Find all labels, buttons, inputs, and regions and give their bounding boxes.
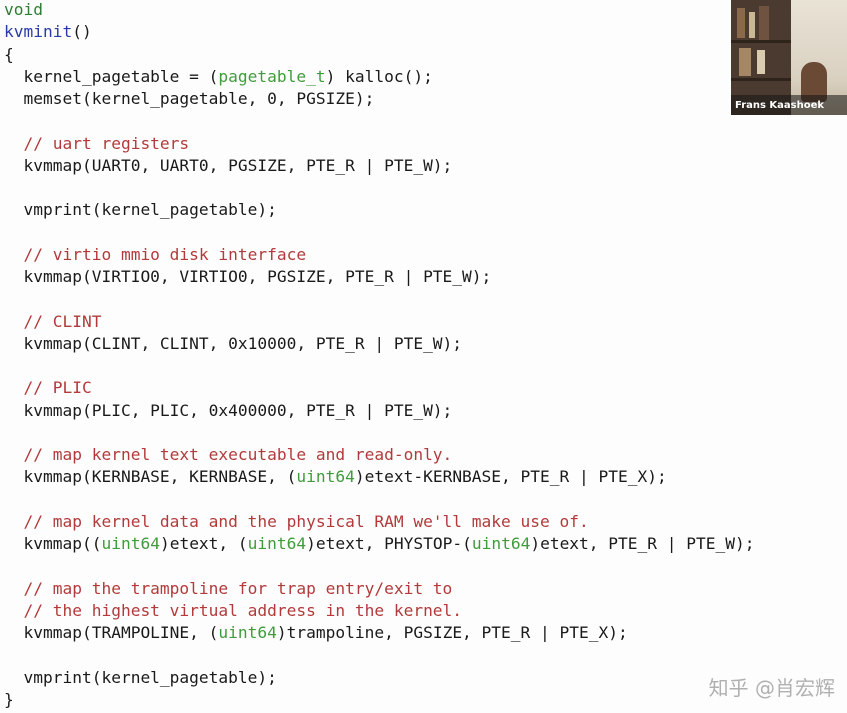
code-line: // PLIC	[4, 377, 754, 399]
code-editor: void kvminit(){ kernel_pagetable = (paget…	[4, 0, 754, 711]
code-line: kvminit()	[4, 21, 754, 43]
code-token-plain: ()	[72, 22, 92, 42]
code-token-comment: // map the trampoline for trap entry/exi…	[4, 578, 453, 598]
shelf-board	[731, 78, 793, 81]
code-token-plain: kvmmap(KERNBASE, KERNBASE, (	[4, 467, 297, 487]
code-token-comment: // uart registers	[4, 133, 190, 153]
code-token-plain: kvmmap(CLINT, CLINT, 0x10000, PTE_R | PT…	[4, 333, 463, 353]
lecture-screen: void kvminit(){ kernel_pagetable = (paget…	[0, 0, 847, 713]
code-token-plain: memset(kernel_pagetable, 0, PGSIZE);	[4, 89, 375, 108]
code-line: }	[4, 689, 754, 711]
code-token-func: kvminit	[4, 22, 73, 42]
code-token-plain: )etext, PTE_R | PTE_W);	[530, 534, 755, 553]
code-token-plain: {	[4, 44, 14, 64]
code-token-comment: // the highest virtual address in the ke…	[4, 600, 463, 620]
code-line: // map kernel data and the physical RAM …	[4, 511, 754, 533]
code-token-comment: // map kernel text executable and read-o…	[4, 445, 453, 464]
code-line: // map kernel text executable and read-o…	[4, 444, 754, 466]
code-token-comment: // PLIC	[4, 378, 92, 398]
code-line: kvmmap((uint64)etext, (uint64)etext, PHY…	[4, 533, 754, 555]
code-token-type: uint64	[218, 623, 277, 642]
code-line: vmprint(kernel_pagetable);	[4, 199, 754, 221]
code-token-plain: kernel_pagetable = (	[4, 66, 219, 86]
code-line: void	[4, 0, 754, 21]
code-line: kernel_pagetable = (pagetable_t) kalloc(…	[4, 66, 754, 88]
code-line: // the highest virtual address in the ke…	[4, 600, 754, 622]
code-token-type: uint64	[101, 534, 160, 553]
code-token-plain: )trampoline, PGSIZE, PTE_R | PTE_X);	[276, 623, 628, 642]
code-token-plain: ) kalloc();	[325, 66, 433, 86]
book-shape	[749, 12, 755, 38]
speaker-name: Frans Kaashoek	[735, 100, 825, 111]
code-line: // CLINT	[4, 311, 754, 333]
code-token-type: pagetable_t	[218, 66, 326, 86]
code-token-comment: // map kernel data and the physical RAM …	[4, 511, 589, 531]
code-token-type: uint64	[471, 534, 531, 553]
code-token-plain: kvmmap(VIRTIO0, VIRTIO0, PGSIZE, PTE_R |…	[4, 267, 492, 286]
code-token-plain: vmprint(kernel_pagetable);	[4, 200, 277, 220]
code-line: kvmmap(CLINT, CLINT, 0x10000, PTE_R | PT…	[4, 333, 754, 355]
code-line: // virtio mmio disk interface	[4, 244, 754, 266]
code-token-type: uint64	[296, 467, 355, 487]
shelf-board	[731, 40, 793, 43]
book-shape	[739, 48, 751, 76]
code-line: kvmmap(VIRTIO0, VIRTIO0, PGSIZE, PTE_R |…	[4, 266, 754, 288]
code-line: kvmmap(PLIC, PLIC, 0x400000, PTE_R | PTE…	[4, 400, 754, 422]
code-line: memset(kernel_pagetable, 0, PGSIZE);	[4, 88, 754, 110]
code-token-comment: // CLINT	[4, 311, 102, 331]
code-line: // uart registers	[4, 133, 754, 155]
code-token-plain: )etext, (	[159, 534, 248, 553]
code-line: kvmmap(UART0, UART0, PGSIZE, PTE_R | PTE…	[4, 155, 754, 177]
code-token-plain: )etext, PHYSTOP-(	[306, 534, 472, 553]
code-line: // map the trampoline for trap entry/exi…	[4, 578, 754, 600]
code-token-plain: kvmmap(PLIC, PLIC, 0x400000, PTE_R | PTE…	[4, 400, 453, 420]
watermark: 知乎 @肖宏辉	[708, 676, 835, 700]
book-shape	[759, 6, 769, 40]
code-token-type: uint64	[247, 534, 307, 553]
code-line: vmprint(kernel_pagetable);	[4, 667, 754, 689]
code-token-plain: kvmmap(UART0, UART0, PGSIZE, PTE_R | PTE…	[4, 155, 453, 175]
code-token-plain: }	[4, 689, 14, 709]
book-shape	[757, 50, 765, 74]
code-line: {	[4, 44, 754, 66]
code-token-plain: kvmmap(TRAMPOLINE, (	[4, 623, 219, 642]
code-line: kvmmap(TRAMPOLINE, (uint64)trampoline, P…	[4, 622, 754, 644]
code-token-plain: vmprint(kernel_pagetable);	[4, 667, 277, 687]
code-token-comment: // virtio mmio disk interface	[4, 244, 307, 264]
code-token-plain: )etext-KERNBASE, PTE_R | PTE_X);	[354, 467, 667, 487]
code-token-keyword: void	[4, 0, 43, 19]
speaker-video-thumbnail: Frans Kaashoek	[731, 0, 847, 115]
book-shape	[737, 8, 745, 38]
code-line: kvmmap(KERNBASE, KERNBASE, (uint64)etext…	[4, 466, 754, 488]
code-token-plain: kvmmap((	[4, 534, 102, 553]
